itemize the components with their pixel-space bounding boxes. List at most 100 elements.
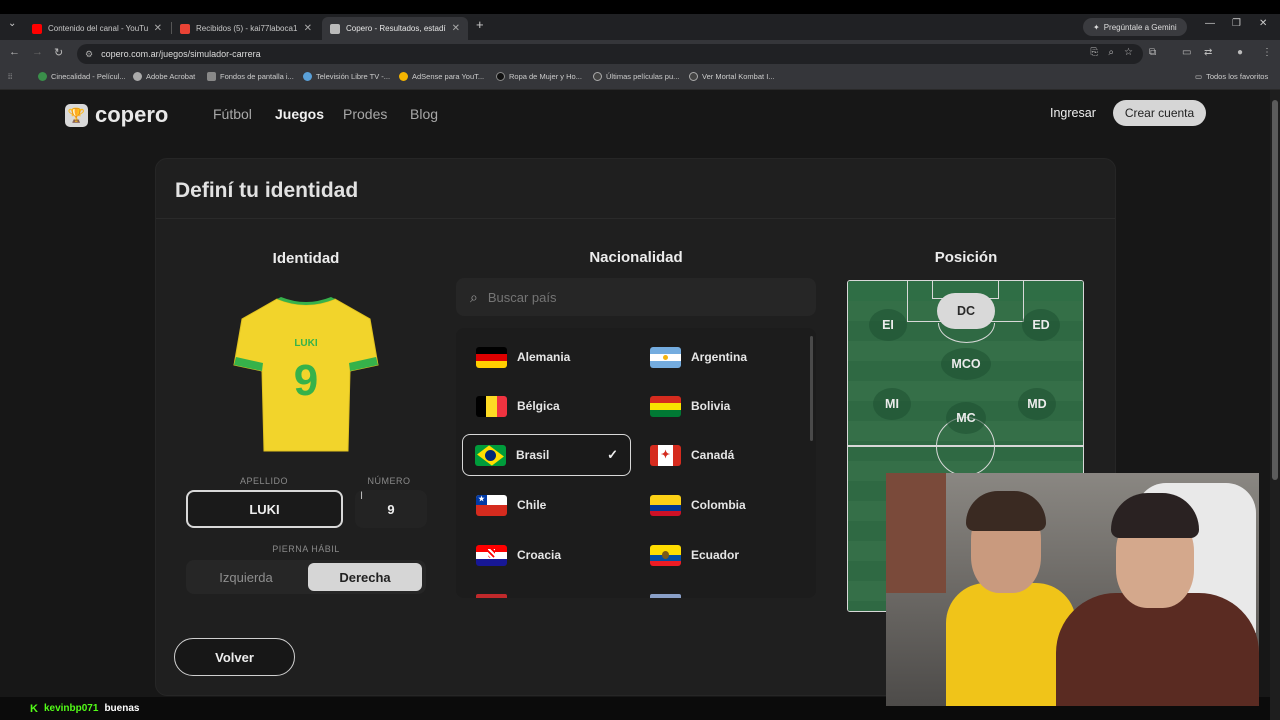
browser-toolbar: ← → ↻ ⚙ copero.com.ar/juegos/simulador-c…	[0, 40, 1280, 68]
country-search[interactable]: ⌕	[456, 278, 816, 316]
search-icon: ⌕	[470, 288, 478, 305]
country-name: Chile	[517, 498, 547, 512]
position-ed[interactable]: ED	[1022, 309, 1060, 341]
tab-title: Copero - Resultados, estadístic...	[346, 24, 446, 33]
tab-copero[interactable]: Copero - Resultados, estadístic... ✕	[322, 17, 468, 40]
canada-flag-icon: ✦	[650, 444, 681, 466]
country-option-belgica[interactable]: Bélgica	[464, 385, 632, 427]
window-close-icon[interactable]: ✕	[1259, 18, 1267, 29]
bookmark-favicon-icon	[593, 72, 602, 81]
nav-juegos[interactable]: Juegos	[275, 106, 324, 122]
nav-blog[interactable]: Blog	[410, 106, 438, 122]
country-option-alemania[interactable]: Alemania	[464, 336, 632, 378]
minimize-icon[interactable]: —	[1205, 18, 1215, 29]
nav-futbol[interactable]: Fútbol	[213, 106, 252, 122]
bookmark-item[interactable]: AdSense para YouT...	[399, 72, 484, 81]
site-info-icon[interactable]: ⚙	[85, 49, 93, 60]
country-list-scrollbar[interactable]	[810, 336, 813, 441]
country-name: Canadá	[691, 448, 735, 462]
page-scrollbar[interactable]	[1270, 90, 1280, 720]
foot-right-option[interactable]: Derecha	[308, 563, 422, 591]
browser-tab-strip: ⌄ Contenido del canal - YouTube ✕ Recibi…	[0, 14, 1280, 40]
bookmark-item[interactable]: Últimas películas pu...	[593, 72, 679, 81]
bookmark-item[interactable]: Televisión Libre TV -...	[303, 72, 390, 81]
bookmark-label: Ver Mortal Kombat I...	[702, 72, 775, 81]
bookmark-item[interactable]: Adobe Acrobat	[133, 72, 195, 81]
bookmarks-bar: ⁞⁞ Cinecalidad - Películ... Adobe Acroba…	[0, 68, 1280, 90]
signup-button[interactable]: Crear cuenta	[1113, 100, 1206, 126]
bookmark-favicon-icon	[496, 72, 505, 81]
nav-prodes[interactable]: Prodes	[343, 106, 387, 122]
close-icon[interactable]: ✕	[452, 23, 460, 34]
foot-toggle: Izquierda Derecha	[186, 560, 426, 594]
foot-left-option[interactable]: Izquierda	[189, 563, 303, 591]
tab-gmail[interactable]: Recibidos (5) - kai77laboca1@... ✕	[172, 17, 320, 40]
surname-input[interactable]: LUKI	[186, 490, 343, 528]
profile-icon[interactable]: ●	[1237, 47, 1243, 58]
number-label: NÚMERO	[367, 476, 411, 486]
folder-icon: ▭	[1195, 72, 1203, 81]
chat-message: buenas	[104, 703, 140, 714]
trophy-icon: 🏆	[65, 103, 88, 127]
kick-icon: K	[30, 702, 38, 715]
country-option-croacia[interactable]: Croacia	[464, 534, 632, 576]
bookmark-item[interactable]: Fondos de pantalla i...	[207, 72, 294, 81]
gemini-button[interactable]: ✦ Pregúntale a Gemini	[1083, 18, 1187, 36]
number-input[interactable]: 9	[355, 490, 427, 528]
country-option-ecuador[interactable]: Ecuador	[638, 534, 806, 576]
ecuador-flag-icon	[650, 544, 681, 566]
copero-favicon-icon	[330, 23, 340, 34]
country-option-bolivia[interactable]: Bolivia	[638, 385, 806, 427]
cast-icon[interactable]: ▭	[1182, 47, 1191, 58]
jersey-name: LUKI	[294, 338, 318, 349]
surname-label: APELLIDO	[239, 476, 289, 486]
install-icon[interactable]: ⎘	[1090, 47, 1098, 58]
tab-youtube[interactable]: Contenido del canal - YouTube ✕	[24, 17, 170, 40]
login-link[interactable]: Ingresar	[1050, 106, 1096, 120]
reload-icon[interactable]: ↻	[54, 46, 63, 59]
argentina-flag-icon	[650, 346, 681, 368]
position-mi[interactable]: MI	[873, 388, 911, 420]
bookmark-favicon-icon	[689, 72, 698, 81]
all-bookmarks-folder[interactable]: ▭ Todos los favoritos	[1195, 72, 1268, 81]
extensions-icon[interactable]: ⧉	[1149, 47, 1156, 58]
person-right-hoodie	[1056, 593, 1259, 706]
country-search-input[interactable]	[487, 289, 788, 305]
new-tab-icon[interactable]: +	[476, 17, 484, 32]
bookmark-item[interactable]: Cinecalidad - Películ...	[38, 72, 126, 81]
country-option-chile[interactable]: ★ Chile	[464, 484, 632, 526]
forward-icon[interactable]: →	[32, 46, 43, 58]
country-option-argentina[interactable]: Argentina	[638, 336, 806, 378]
maximize-icon[interactable]: ❐	[1232, 18, 1241, 29]
gemini-label: Pregúntale a Gemini	[1103, 22, 1177, 32]
country-option-canada[interactable]: ✦ Canadá	[638, 434, 806, 476]
translate-icon[interactable]: ⇄	[1204, 47, 1212, 58]
close-icon[interactable]: ✕	[304, 23, 312, 34]
position-dc[interactable]: DC	[937, 293, 995, 329]
menu-icon[interactable]: ⋮	[1262, 47, 1272, 58]
tab-search-icon[interactable]: ⌄	[8, 18, 16, 29]
bookmark-label: Fondos de pantalla i...	[220, 72, 294, 81]
bookmark-star-icon[interactable]: ☆	[1124, 47, 1133, 58]
bookmark-item[interactable]: Ropa de Mujer y Ho...	[496, 72, 582, 81]
card-title: Definí tu identidad	[175, 179, 359, 202]
back-icon[interactable]: ←	[9, 46, 20, 58]
copero-logo[interactable]: 🏆 copero	[65, 102, 168, 128]
bookmark-item[interactable]: Ver Mortal Kombat I...	[689, 72, 775, 81]
bookmark-label: Todos los favoritos	[1206, 72, 1269, 81]
bookmark-favicon-icon	[399, 72, 408, 81]
country-option-brasil[interactable]: Brasil ✓	[462, 434, 631, 476]
position-mc[interactable]: MC	[946, 402, 986, 434]
address-bar[interactable]: ⚙ copero.com.ar/juegos/simulador-carrera…	[77, 44, 1143, 64]
page-scrollbar-thumb[interactable]	[1272, 100, 1278, 480]
position-mco[interactable]: MCO	[941, 348, 991, 380]
back-button[interactable]: Volver	[174, 638, 295, 676]
position-md[interactable]: MD	[1018, 388, 1056, 420]
close-icon[interactable]: ✕	[154, 23, 162, 34]
zoom-icon[interactable]: ⌕	[1108, 47, 1114, 58]
position-ei[interactable]: EI	[869, 309, 907, 341]
gmail-icon	[180, 23, 190, 34]
apps-icon[interactable]: ⁞⁞	[8, 72, 12, 81]
gemini-icon: ✦	[1093, 22, 1100, 32]
country-option-colombia[interactable]: Colombia	[638, 484, 806, 526]
